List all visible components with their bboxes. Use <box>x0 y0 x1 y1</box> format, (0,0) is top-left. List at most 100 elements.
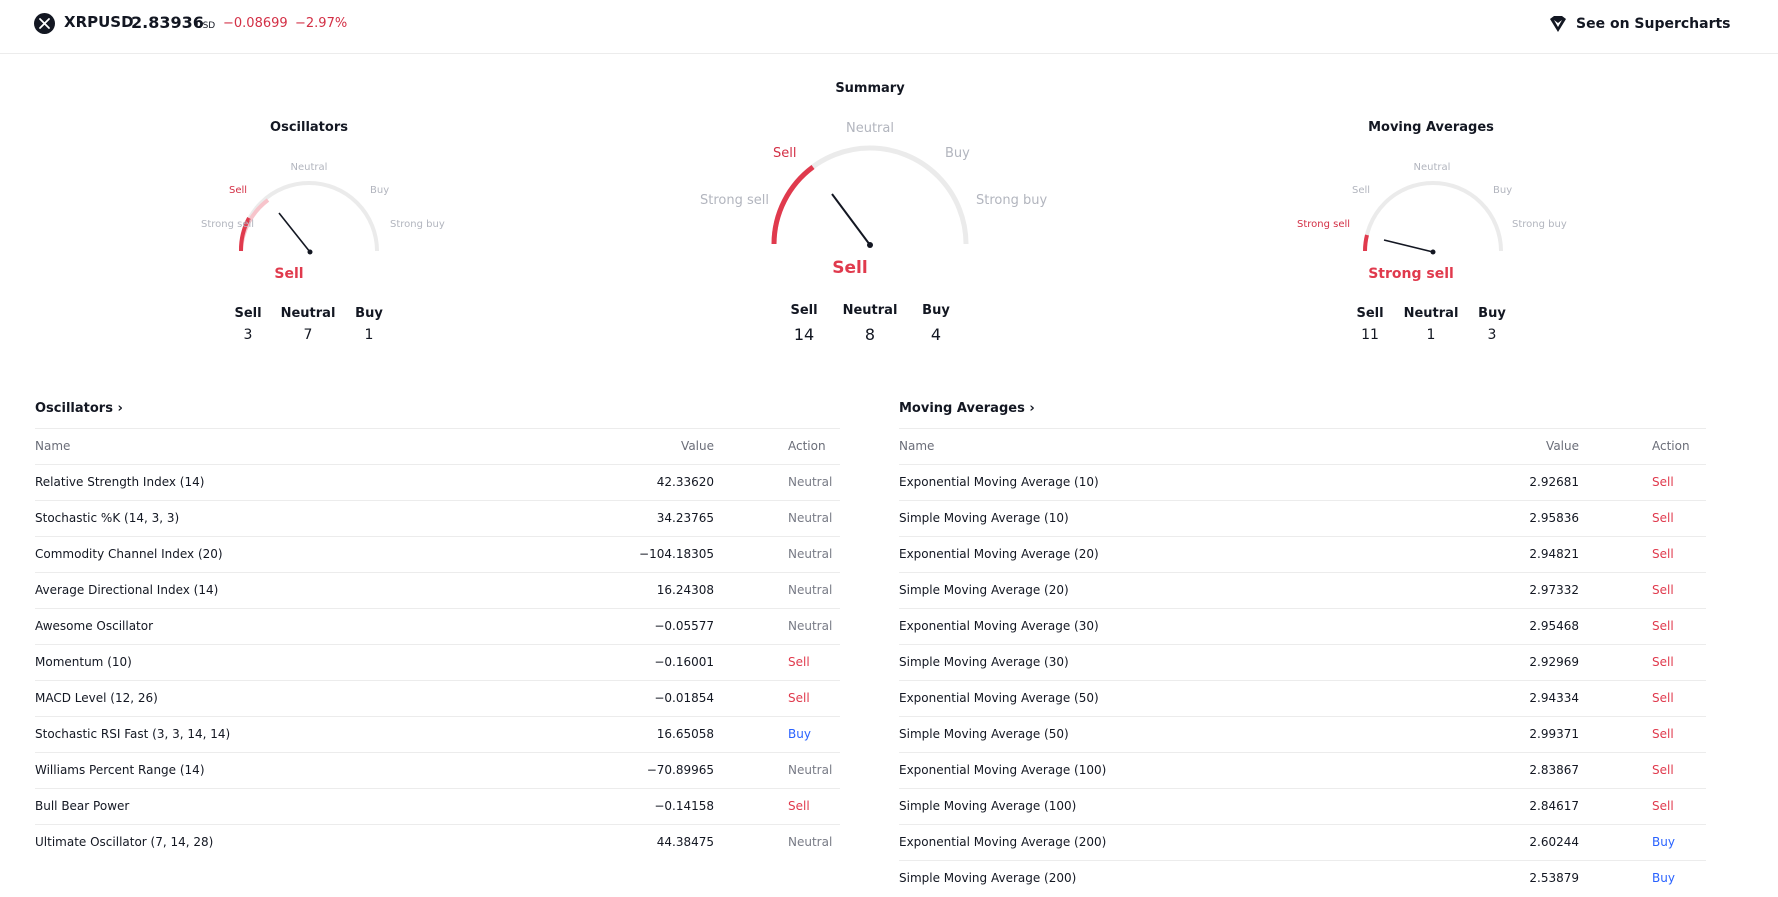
table-row: Simple Moving Average (200) 2.53879 Buy <box>899 860 1706 896</box>
count-value-neutral: 1 <box>1426 327 1436 343</box>
indicator-action: Sell <box>1652 691 1674 705</box>
indicator-action: Neutral <box>788 835 833 849</box>
indicator-action: Sell <box>1652 547 1674 561</box>
indicator-value: 2.97332 <box>1529 583 1579 597</box>
moving-averages-table-title: Moving Averages <box>899 401 1025 416</box>
count-label-neutral: Neutral <box>842 303 898 318</box>
count-label-neutral: Neutral <box>1403 306 1459 321</box>
column-header-action: Action <box>788 439 826 453</box>
indicator-name: MACD Level (12, 26) <box>35 691 158 705</box>
oscillators-gauge: Strong sell Sell Neutral Buy Strong buy <box>201 162 445 255</box>
table-row: Simple Moving Average (20) 2.97332 Sell <box>899 572 1706 608</box>
count-label-buy: Buy <box>922 303 950 318</box>
symbol-price: 2.83936 <box>131 13 204 32</box>
table-header-row: Name Value Action <box>35 428 840 464</box>
indicator-action: Sell <box>1652 475 1674 489</box>
count-label-sell: Sell <box>1356 306 1384 321</box>
gauge-label-strong-sell: Strong sell <box>1297 219 1350 230</box>
indicator-value: −0.01854 <box>654 691 714 705</box>
indicator-action: Buy <box>788 727 811 741</box>
table-row: Relative Strength Index (14) 42.33620 Neut… <box>35 464 840 500</box>
indicator-name: Average Directional Index (14) <box>35 583 219 597</box>
gauge-label-buy: Buy <box>370 185 389 196</box>
count-value-sell: 14 <box>793 325 815 344</box>
table-row: Average Directional Index (14) 16.24308 Ne… <box>35 572 840 608</box>
indicator-value: −0.14158 <box>654 799 714 813</box>
count-value-neutral: 7 <box>303 327 313 343</box>
gauge-needle-pivot <box>307 249 313 255</box>
gauge-label-buy: Buy <box>945 146 970 161</box>
see-on-supercharts-link[interactable]: See on Supercharts <box>1576 16 1731 32</box>
oscillators-verdict: Sell <box>274 266 304 282</box>
count-label-buy: Buy <box>1478 306 1506 321</box>
indicator-action: Sell <box>1652 763 1674 777</box>
indicator-action: Neutral <box>788 619 833 633</box>
oscillators-gauge-title: Oscillators <box>270 120 348 135</box>
xrp-logo-icon <box>34 13 55 34</box>
table-row: Ultimate Oscillator (7, 14, 28) 44.38475 N… <box>35 824 840 860</box>
chevron-right-icon: › <box>1029 401 1035 416</box>
moving-averages-table-link[interactable]: Moving Averages › <box>899 401 1035 416</box>
indicator-name: Simple Moving Average (200) <box>899 871 1077 885</box>
table-row: Exponential Moving Average (10) 2.92681 Se… <box>899 464 1706 500</box>
indicator-value: 2.94821 <box>1529 547 1579 561</box>
chevron-right-icon: › <box>117 401 123 416</box>
gauge-label-strong-buy: Strong buy <box>976 193 1047 208</box>
table-row: Stochastic %K (14, 3, 3) 34.23765 Neutral <box>35 500 840 536</box>
symbol-name[interactable]: XRPUSD <box>64 13 134 31</box>
gauge-track <box>239 181 379 252</box>
price-change-percent: −2.97% <box>295 16 348 31</box>
indicator-value: 42.33620 <box>656 475 714 489</box>
indicator-value: −104.18305 <box>639 547 714 561</box>
gauge-needle <box>1383 239 1434 253</box>
oscillators-table-link[interactable]: Oscillators › <box>35 401 123 416</box>
indicator-name: Exponential Moving Average (200) <box>899 835 1107 849</box>
indicator-action: Neutral <box>788 511 833 525</box>
table-row: Exponential Moving Average (200) 2.60244 B… <box>899 824 1706 860</box>
indicator-action: Sell <box>788 655 810 669</box>
count-value-buy: 1 <box>364 327 374 343</box>
count-label-sell: Sell <box>790 303 818 318</box>
table-row: Williams Percent Range (14) −70.89965 Neut… <box>35 752 840 788</box>
gauge-fill <box>771 164 815 245</box>
indicator-action: Neutral <box>788 475 833 489</box>
column-header-name: Name <box>899 439 935 453</box>
count-label-buy: Buy <box>355 306 383 321</box>
indicator-value: 2.92681 <box>1529 475 1579 489</box>
indicator-value: 2.92969 <box>1529 655 1579 669</box>
oscillators-table-title: Oscillators <box>35 401 113 416</box>
gauge-label-buy: Buy <box>1493 185 1512 196</box>
indicator-action: Buy <box>1652 835 1675 849</box>
indicator-value: 2.95836 <box>1529 511 1579 525</box>
table-row: Exponential Moving Average (30) 2.95468 Se… <box>899 608 1706 644</box>
supercharts-icon[interactable] <box>1547 13 1569 35</box>
count-value-sell: 3 <box>243 327 253 343</box>
indicator-name: Relative Strength Index (14) <box>35 475 205 489</box>
indicator-name: Simple Moving Average (10) <box>899 511 1069 525</box>
gauge-fill <box>1363 234 1369 252</box>
indicator-name: Momentum (10) <box>35 655 132 669</box>
indicator-name: Exponential Moving Average (20) <box>899 547 1099 561</box>
indicator-value: 2.99371 <box>1529 727 1579 741</box>
indicator-name: Stochastic %K (14, 3, 3) <box>35 511 180 525</box>
gauge-label-strong-sell: Strong sell <box>700 193 769 208</box>
indicator-action: Buy <box>1652 871 1675 885</box>
gauge-label-sell: Sell <box>773 146 796 161</box>
indicator-name: Exponential Moving Average (30) <box>899 619 1099 633</box>
price-change: −0.08699 <box>223 16 288 31</box>
column-header-action: Action <box>1652 439 1690 453</box>
indicator-action: Neutral <box>788 763 833 777</box>
moving-averages-gauge: Strong sell Sell Neutral Buy Strong buy <box>1297 162 1567 255</box>
table-row: Simple Moving Average (30) 2.92969 Sell <box>899 644 1706 680</box>
symbol-header: XRPUSD 2.83936 USD −0.08699 −2.97% See o… <box>0 0 1778 54</box>
gauge-needle <box>278 212 311 253</box>
indicator-name: Exponential Moving Average (100) <box>899 763 1107 777</box>
table-header-row: Name Value Action <box>899 428 1706 464</box>
indicator-value: 2.95468 <box>1529 619 1579 633</box>
moving-averages-gauge-title: Moving Averages <box>1368 120 1494 135</box>
gauge-label-strong-buy: Strong buy <box>390 219 445 230</box>
indicator-value: 34.23765 <box>656 511 714 525</box>
table-row: MACD Level (12, 26) −0.01854 Sell <box>35 680 840 716</box>
table-row: Simple Moving Average (10) 2.95836 Sell <box>899 500 1706 536</box>
indicator-action: Sell <box>1652 799 1674 813</box>
